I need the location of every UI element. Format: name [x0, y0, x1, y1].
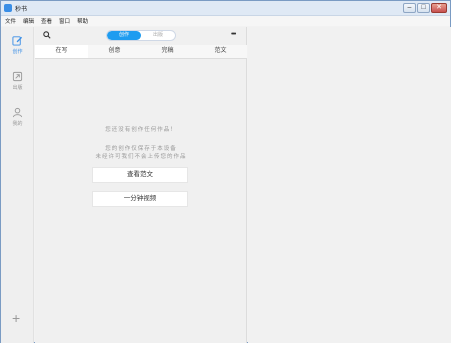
title-bar[interactable]: 秒书 ‒ □ ✕	[1, 1, 450, 16]
menu-edit[interactable]: 编辑	[23, 17, 34, 25]
sidebar-item-mine[interactable]: 我的	[1, 107, 34, 127]
tab-publish[interactable]: 出版	[141, 31, 175, 40]
more-icon[interactable]: •••	[231, 31, 236, 38]
sidebar-item-publish[interactable]: 出版	[1, 71, 34, 91]
menu-window[interactable]: 窗口	[59, 17, 70, 25]
sidebar-item-create[interactable]: 创作	[1, 35, 34, 55]
pencil-icon	[12, 36, 23, 46]
one-minute-video-button[interactable]: 一分钟视频	[92, 191, 188, 207]
tab-writing[interactable]: 在写	[35, 45, 88, 58]
sidebar-item-label: 我的	[12, 121, 23, 127]
sidebar: 创作 出版 我的 +	[1, 27, 34, 343]
view-samples-button[interactable]: 查看范文	[92, 167, 188, 183]
app-logo-icon	[4, 4, 12, 12]
tab-finished[interactable]: 完稿	[141, 45, 194, 58]
maximize-button[interactable]: □	[417, 3, 430, 13]
works-tabs: 在写 创意 完稿 范文	[35, 45, 247, 59]
empty-state-note-1: 您的创作仅保存于本设备	[105, 146, 177, 152]
editor-area	[248, 27, 451, 343]
menu-view[interactable]: 查看	[41, 17, 52, 25]
window-title: 秒书	[15, 6, 28, 13]
publish-icon	[12, 71, 23, 82]
close-button[interactable]: ✕	[431, 3, 447, 13]
tab-create[interactable]: 创作	[107, 31, 141, 40]
search-icon[interactable]	[43, 31, 51, 39]
mode-switch: 创作 出版	[106, 30, 176, 41]
minimize-button[interactable]: ‒	[403, 3, 416, 13]
tab-ideas[interactable]: 创意	[88, 45, 141, 58]
user-icon	[12, 107, 23, 118]
menu-file[interactable]: 文件	[5, 17, 16, 25]
sidebar-item-label: 出版	[12, 85, 23, 91]
tab-samples[interactable]: 范文	[194, 45, 247, 58]
window-controls: ‒ □ ✕	[403, 3, 447, 13]
empty-state-message: 您还没有创作任何作品！	[105, 127, 177, 133]
menu-help[interactable]: 帮助	[77, 17, 88, 25]
add-button[interactable]: +	[12, 311, 20, 325]
app-window: 秒书 ‒ □ ✕ 文件 编辑 查看 窗口 帮助 创作 出版 我的 + 创作 出版…	[0, 0, 451, 343]
works-panel: 创作 出版 ••• 在写 创意 完稿 范文 您还没有创作任何作品！ 您的创作仅保…	[35, 27, 247, 343]
menu-bar: 文件 编辑 查看 窗口 帮助	[1, 16, 450, 26]
empty-state-note-2: 未经许可我们不会上传您的作品	[95, 154, 187, 160]
sidebar-item-label: 创作	[12, 49, 23, 55]
